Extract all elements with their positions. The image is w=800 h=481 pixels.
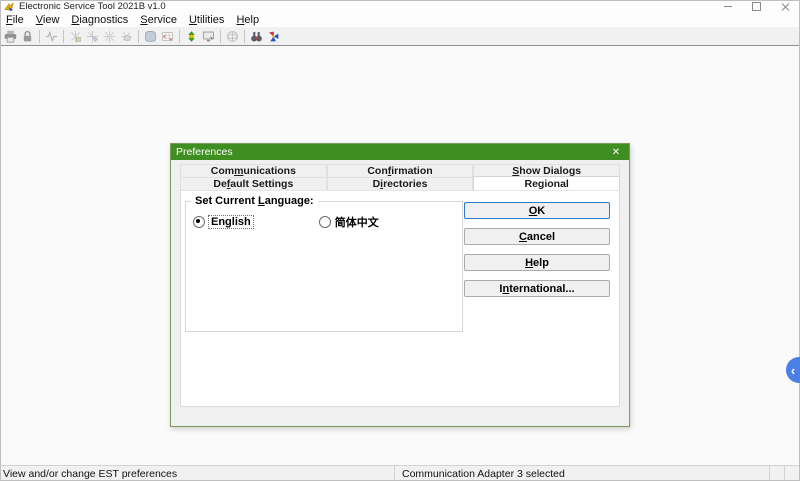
gauge-edit-icon bbox=[69, 30, 82, 43]
statusbar: View and/or change EST preferences Commu… bbox=[0, 465, 800, 481]
spark-icon bbox=[103, 30, 116, 43]
waveform-icon bbox=[45, 30, 58, 43]
workspace: Preferences ✕ Communications Confirmatio… bbox=[0, 46, 800, 466]
spark-view-icon bbox=[120, 30, 133, 43]
titlebar: Electronic Service Tool 2021B v1.0 bbox=[0, 0, 800, 13]
tab-default-settings[interactable]: Default Settings bbox=[180, 177, 327, 190]
gauge-edit-button[interactable] bbox=[67, 29, 84, 44]
print-button[interactable] bbox=[2, 29, 19, 44]
maximize-icon bbox=[752, 2, 761, 11]
binoculars-icon bbox=[250, 30, 263, 43]
chevron-left-icon: ‹ bbox=[791, 363, 795, 378]
dialog-close-icon: ✕ bbox=[612, 147, 620, 158]
dialog-title: Preferences bbox=[176, 146, 233, 158]
cancel-button[interactable]: Cancel bbox=[464, 228, 610, 245]
international-button[interactable]: International... bbox=[464, 280, 610, 297]
tab-communications[interactable]: Communications bbox=[180, 164, 327, 177]
menu-view[interactable]: View bbox=[30, 13, 66, 27]
toolbar-separator bbox=[63, 30, 64, 43]
tab-regional[interactable]: Regional bbox=[473, 176, 620, 190]
maximize-button[interactable] bbox=[742, 0, 771, 13]
menubar: File View Diagnostics Service Utilities … bbox=[0, 13, 800, 28]
gauge-probe-button[interactable] bbox=[84, 29, 101, 44]
menu-utilities[interactable]: Utilities bbox=[183, 13, 230, 27]
globe-icon bbox=[226, 30, 239, 43]
printer-icon bbox=[4, 30, 17, 43]
dialog-button-column: OK Cancel Help International... bbox=[464, 202, 610, 297]
connect-button[interactable] bbox=[183, 29, 200, 44]
toolbar-separator bbox=[138, 30, 139, 43]
toolbar-separator bbox=[179, 30, 180, 43]
status-hint-text: View and/or change EST preferences bbox=[0, 466, 395, 481]
radio-simplified-chinese[interactable]: 简体中文 bbox=[319, 214, 379, 230]
gauge-probe-icon bbox=[86, 30, 99, 43]
flag-icon bbox=[267, 30, 280, 43]
menu-diagnostics[interactable]: Diagnostics bbox=[65, 13, 134, 27]
regional-tab-page: Set Current Language: English 简体中文 OK Ca… bbox=[180, 190, 620, 407]
status-adapter-text: Communication Adapter 3 selected bbox=[395, 466, 770, 481]
menu-service[interactable]: Service bbox=[134, 13, 183, 27]
tab-directories[interactable]: Directories bbox=[327, 177, 474, 190]
close-icon bbox=[782, 3, 790, 11]
help-button[interactable]: Help bbox=[464, 254, 610, 271]
menu-help[interactable]: Help bbox=[230, 13, 265, 27]
radio-unselected-icon bbox=[319, 216, 331, 228]
window-title: Electronic Service Tool 2021B v1.0 bbox=[19, 1, 166, 12]
toolbar-separator bbox=[244, 30, 245, 43]
monitor-remote-button[interactable] bbox=[200, 29, 217, 44]
connect-icon bbox=[185, 30, 198, 43]
toolbar bbox=[0, 27, 800, 46]
ok-button[interactable]: OK bbox=[464, 202, 610, 219]
spark-button[interactable] bbox=[101, 29, 118, 44]
menu-file[interactable]: File bbox=[0, 13, 30, 27]
radio-chinese-label: 简体中文 bbox=[335, 214, 379, 230]
preferences-tabstrip: Communications Confirmation Show Dialogs… bbox=[180, 164, 620, 190]
lock-icon bbox=[21, 30, 34, 43]
toolbar-separator bbox=[220, 30, 221, 43]
minimize-button[interactable] bbox=[713, 0, 742, 13]
flag-button[interactable] bbox=[265, 29, 282, 44]
data-grid-button[interactable] bbox=[159, 29, 176, 44]
status-panel-stub bbox=[770, 466, 785, 481]
dialog-titlebar: Preferences ✕ bbox=[171, 144, 629, 160]
toolbar-separator bbox=[39, 30, 40, 43]
globe-button[interactable] bbox=[224, 29, 241, 44]
language-group-label: Set Current Language: bbox=[191, 195, 318, 207]
dialog-close-button[interactable]: ✕ bbox=[608, 147, 624, 158]
minimize-icon bbox=[724, 6, 732, 7]
tab-confirmation[interactable]: Confirmation bbox=[327, 164, 474, 177]
radio-selected-icon bbox=[193, 216, 205, 228]
preferences-dialog: Preferences ✕ Communications Confirmatio… bbox=[170, 143, 630, 427]
spark-view-button[interactable] bbox=[118, 29, 135, 44]
disk-stack-icon bbox=[144, 30, 157, 43]
radio-english[interactable]: English bbox=[193, 216, 253, 228]
lock-button[interactable] bbox=[19, 29, 36, 44]
app-icon bbox=[4, 2, 14, 12]
disk-stack-button[interactable] bbox=[142, 29, 159, 44]
language-groupbox: Set Current Language: English 简体中文 bbox=[185, 201, 463, 332]
close-button[interactable] bbox=[771, 0, 800, 13]
search-button[interactable] bbox=[248, 29, 265, 44]
status-panel-stub bbox=[785, 466, 800, 481]
radio-english-label: English bbox=[209, 216, 253, 228]
monitor-remote-icon bbox=[202, 30, 215, 43]
data-grid-icon bbox=[161, 30, 174, 43]
waveform-button[interactable] bbox=[43, 29, 60, 44]
